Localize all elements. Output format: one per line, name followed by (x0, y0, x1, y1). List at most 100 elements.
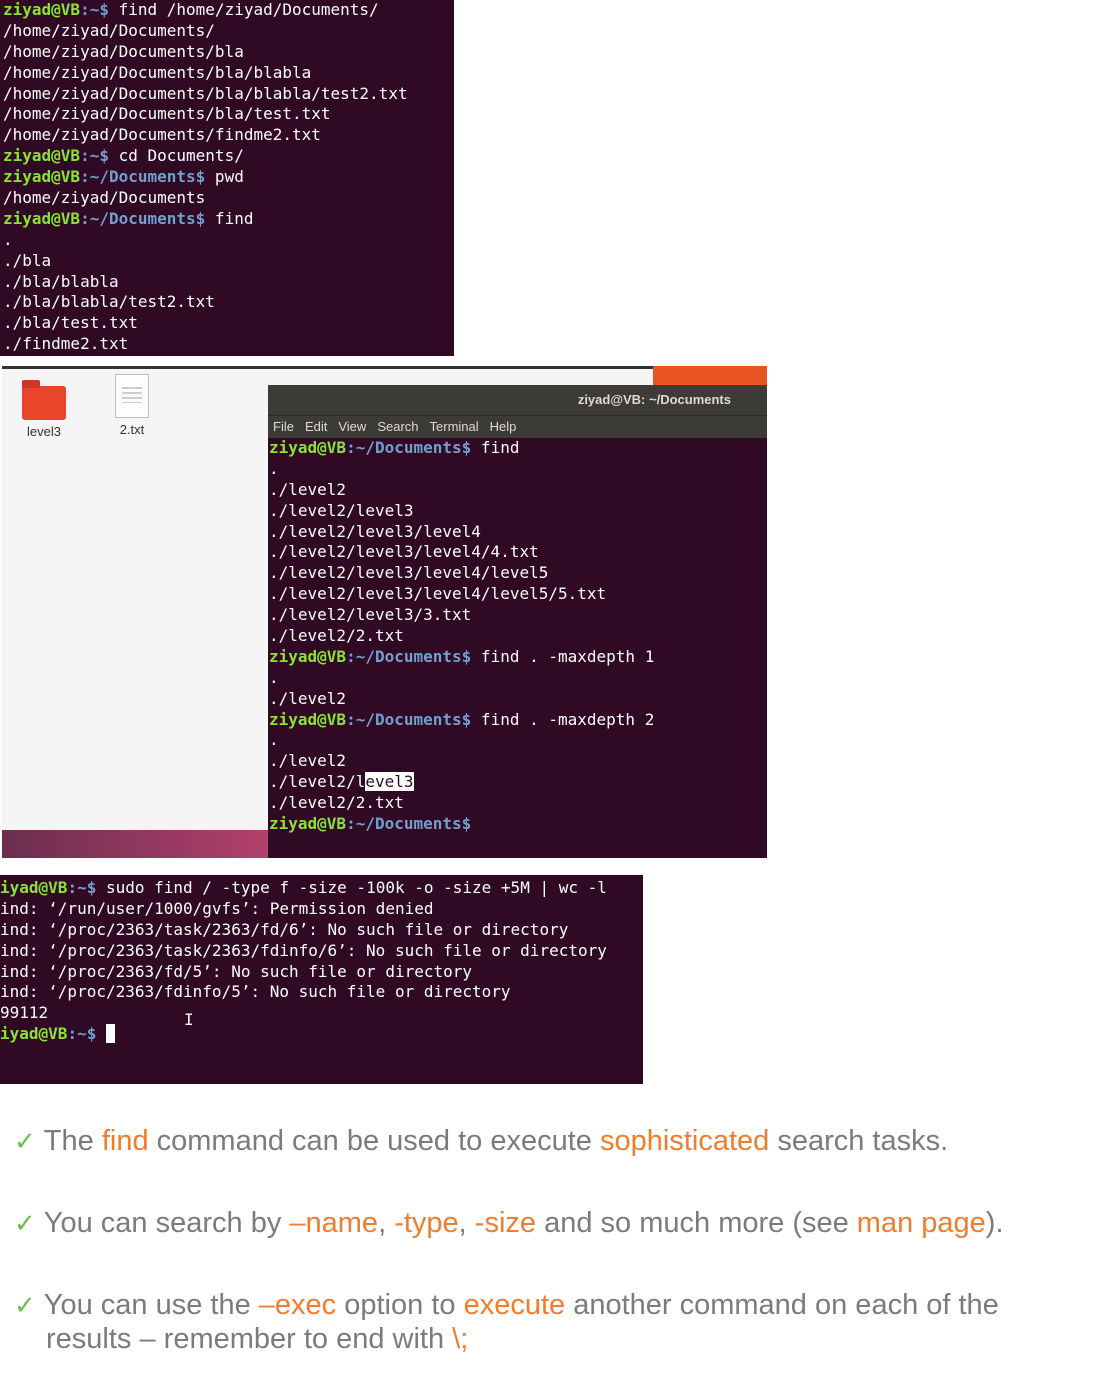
output-line: ./level2/level3/level4/level5 (269, 563, 767, 584)
menu-terminal[interactable]: Terminal (430, 419, 479, 434)
output-line: ./level2/level3/level4/4.txt (269, 542, 767, 563)
output-line: ./bla/test.txt (3, 313, 454, 334)
prompt-line: ziyad@VB:~$ cd Documents/ (3, 146, 454, 167)
bullet-text: command can be used to execute (148, 1125, 600, 1157)
command-text: find (205, 208, 254, 228)
desktop-icon-2txt[interactable]: 2.txt (97, 366, 167, 437)
menu-search[interactable]: Search (377, 419, 418, 434)
terminal-top[interactable]: ziyad@VB:~$ find /home/ziyad/Documents//… (0, 0, 454, 356)
output-text: ind: ‘/proc/2363/task/2363/fd/6’: No suc… (0, 919, 569, 939)
text-file-icon (115, 374, 149, 418)
output-text: ./findme2.txt (3, 334, 129, 354)
highlight-term: -size (474, 1207, 537, 1239)
command-text: cd Documents/ (108, 146, 244, 166)
output-text: . (269, 667, 279, 687)
output-text: /home/ziyad/Documents/bla (3, 41, 244, 61)
output-text: /home/ziyad/Documents/bla/blabla/test2.t… (3, 83, 408, 103)
prompt-line: ziyad@VB:~/Documents$ pwd (3, 167, 454, 188)
output-text: ./bla/blabla (3, 271, 119, 291)
terminal-window-body[interactable]: ziyad@VB:~/Documents$ find. ./level2 ./lev… (268, 438, 767, 835)
selected-text: evel3 (365, 772, 414, 792)
bullet-text: , (378, 1207, 395, 1239)
desktop-icon-label: 2.txt (119, 422, 145, 437)
prompt-path: :~$ (80, 146, 109, 166)
output-line: ./level2/2.txt (269, 793, 767, 814)
output-line: ./level2 (269, 751, 767, 772)
highlight-term: –exec (258, 1289, 337, 1321)
output-line: ind: ‘/run/user/1000/gvfs’: Permission d… (0, 899, 643, 920)
desktop-screenshot: level3 2.txt ziyad@VB: ~/Documents File E… (2, 366, 767, 858)
prompt-path: :~$ (67, 878, 97, 897)
command-text: find (471, 438, 520, 457)
terminal-window[interactable]: ziyad@VB: ~/Documents File Edit View Search… (268, 385, 767, 858)
output-text: /home/ziyad/Documents/bla/test.txt (3, 104, 331, 124)
prompt-user: ziyad@VB (269, 709, 347, 729)
bullet-text: You can use the (43, 1289, 259, 1321)
output-line: ./level2/level3 (269, 772, 767, 793)
output-line: ./level2 (269, 689, 767, 710)
output-text: ind: ‘/proc/2363/fd/5’: No such file or … (0, 961, 473, 981)
output-line: /home/ziyad/Documents/ (3, 21, 454, 42)
prompt-line: iyad@VB:~$ sudo find / -type f -size -10… (0, 878, 643, 899)
prompt-path: :~$ (80, 0, 109, 19)
highlight-term: sophisticated (599, 1125, 770, 1157)
prompt-user: ziyad@VB (269, 814, 347, 834)
menu-help[interactable]: Help (490, 419, 517, 434)
command-text (96, 1024, 106, 1043)
prompt-user: ziyad@VB (269, 438, 347, 457)
terminal-bottom[interactable]: iyad@VB:~$ sudo find / -type f -size -10… (0, 875, 643, 1084)
menu-view[interactable]: View (338, 419, 366, 434)
prompt-line: ziyad@VB:~/Documents$ (269, 814, 767, 835)
prompt-line: ziyad@VB:~$ find /home/ziyad/Documents/ (3, 0, 454, 21)
output-line: ind: ‘/proc/2363/task/2363/fd/6’: No suc… (0, 920, 643, 941)
bullet-text: results – remember to end with (46, 1323, 453, 1355)
output-text: ind: ‘/proc/2363/fdinfo/5’: No such file… (0, 982, 511, 1002)
highlight-term: find (101, 1125, 149, 1157)
output-text: ./level2/2.txt (269, 793, 404, 813)
output-text: /home/ziyad/Documents/bla/blabla (3, 62, 312, 82)
bullet-3: ✓ You can use the –exec option to execute… (14, 1288, 999, 1322)
prompt-line: iyad@VB:~$ (0, 1024, 643, 1045)
command-text: pwd (205, 167, 244, 187)
output-line: /home/ziyad/Documents/bla (3, 42, 454, 63)
prompt-user: iyad@VB (0, 878, 68, 897)
bullet-3-continued: results – remember to end with \; (46, 1322, 468, 1356)
output-line: ./bla/blabla (3, 272, 454, 293)
prompt-path: :~/Documents$ (346, 646, 472, 666)
check-icon: ✓ (14, 1208, 36, 1238)
output-text: ./level2/level3/level4/level5/5.txt (269, 584, 607, 604)
prompt-line: ziyad@VB:~/Documents$ find . -maxdepth 2 (269, 710, 767, 731)
menu-file[interactable]: File (273, 419, 294, 434)
output-line: ./level2/level3/level4 (269, 522, 767, 543)
prompt-user: ziyad@VB (269, 646, 347, 666)
prompt-path: :~/Documents$ (346, 814, 472, 834)
output-line: /home/ziyad/Documents (3, 188, 454, 209)
bullet-2: ✓ You can search by –name, -type, -size a… (14, 1206, 1004, 1240)
output-line: /home/ziyad/Documents/bla/blabla/test2.t… (3, 84, 454, 105)
highlight-term: man page (856, 1207, 986, 1239)
desktop-wallpaper-bottom (2, 830, 268, 858)
bullet-text: , (458, 1207, 475, 1239)
highlight-term: -type (394, 1207, 459, 1239)
prompt-line: ziyad@VB:~/Documents$ find (269, 438, 767, 459)
output-text: ./level2/level3/level4/4.txt (269, 542, 539, 562)
highlight-term: \; (452, 1323, 469, 1355)
output-line: ind: ‘/proc/2363/fd/5’: No such file or … (0, 962, 643, 983)
bullet-list: ✓ The find command can be used to execute… (0, 1096, 1104, 1388)
desktop-icon-level3[interactable]: level3 (9, 372, 79, 439)
output-line: /home/ziyad/Documents/bla/blabla (3, 63, 454, 84)
desktop-icon-label: level3 (27, 424, 61, 439)
output-line: ./level2/level3/3.txt (269, 605, 767, 626)
menu-edit[interactable]: Edit (305, 419, 327, 434)
output-text: . (3, 229, 13, 249)
prompt-path: :~/Documents$ (80, 208, 206, 228)
highlight-term: –name (289, 1207, 379, 1239)
bullet-text: and so much more (see (536, 1207, 857, 1239)
output-text: ind: ‘/run/user/1000/gvfs’: Permission d… (0, 898, 434, 918)
prompt-path: :~/Documents$ (346, 438, 472, 457)
window-title: ziyad@VB: ~/Documents (268, 385, 767, 415)
prompt-user: ziyad@VB (3, 208, 81, 228)
prompt-path: :~/Documents$ (80, 167, 206, 187)
output-text: ./bla (3, 250, 52, 270)
output-text: ./level2/level3/level4/level5 (269, 563, 549, 583)
